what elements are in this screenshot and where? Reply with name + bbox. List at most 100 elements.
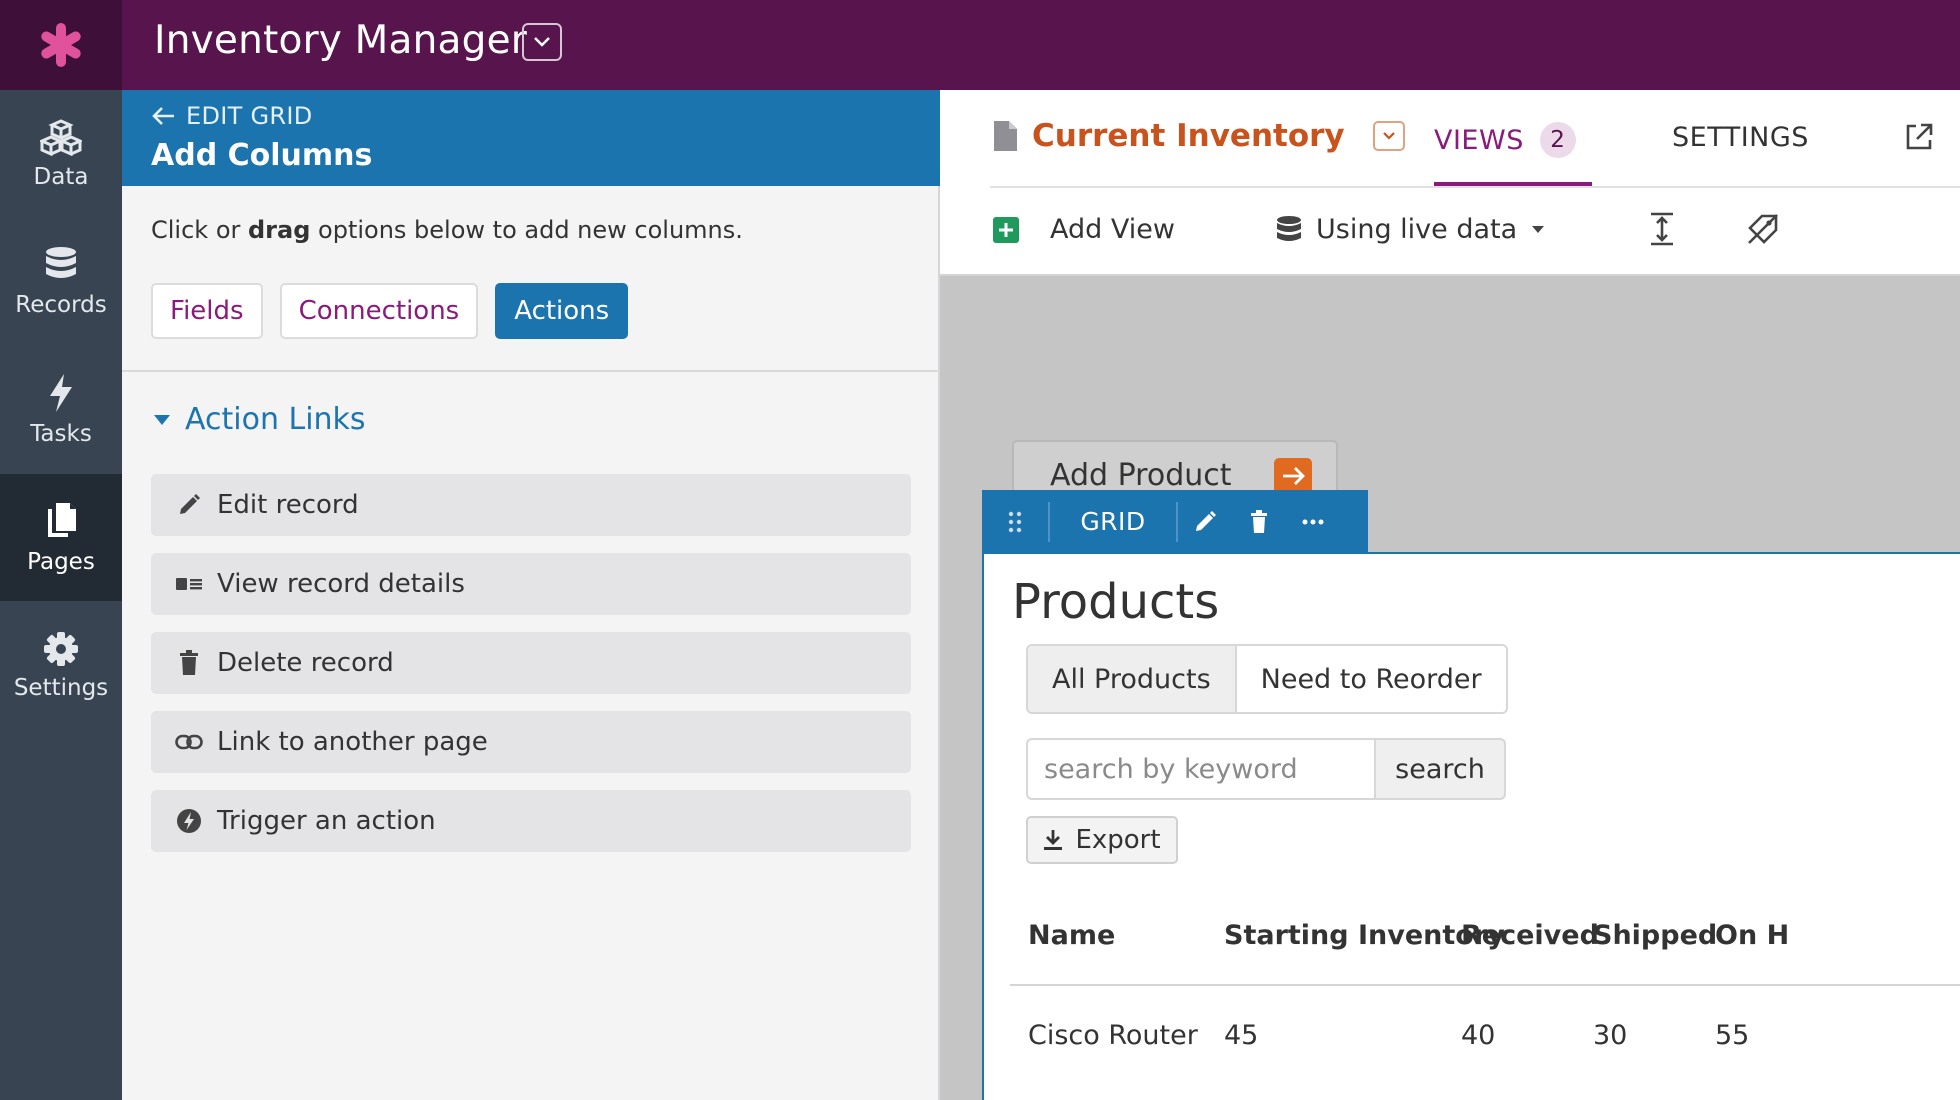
edit-grid-back-link[interactable]: EDIT GRID [152, 102, 313, 130]
export-label: Export [1075, 825, 1161, 855]
column-header-shipped[interactable]: Shipped [1593, 920, 1717, 951]
products-table: Name Starting Inventory Received Shipped… [1010, 890, 1960, 1086]
arrow-left-icon [152, 107, 174, 125]
pages-icon [48, 502, 76, 537]
table-row: Cisco Router 45 40 30 55 [1010, 986, 1960, 1086]
nav-item-settings[interactable]: Settings [0, 602, 122, 729]
page-selector[interactable]: Current Inventory [992, 118, 1405, 154]
link-icon [175, 734, 203, 750]
nav-label-records: Records [15, 291, 107, 318]
cell-received: 40 [1461, 1020, 1496, 1051]
page-header: Current Inventory VIEWS 2 SETTINGS Add V… [940, 90, 1960, 276]
grid-view-toolbar: GRID [982, 490, 1368, 553]
nav-item-pages[interactable]: Pages [0, 474, 122, 601]
instructions-text-bold: drag [248, 216, 311, 244]
grid-title: Products [1012, 574, 1220, 630]
cell-shipped: 30 [1593, 1020, 1628, 1051]
left-navigation: Data Records Tasks Pages Settings [0, 90, 122, 1100]
nav-item-data[interactable]: Data [0, 90, 122, 217]
chevron-down-icon [534, 37, 550, 47]
page-icon [994, 121, 1017, 151]
bolt-circle-icon [175, 808, 203, 834]
details-icon [175, 575, 203, 593]
tab-views[interactable]: VIEWS 2 [1434, 122, 1576, 158]
drag-handle-icon[interactable] [982, 511, 1048, 533]
nav-item-records[interactable]: Records [0, 218, 122, 345]
column-header-received[interactable]: Received [1461, 920, 1599, 951]
page-dropdown[interactable] [1372, 121, 1405, 151]
action-label: Link to another page [217, 727, 488, 757]
live-data-label: Using live data [1316, 214, 1518, 245]
expand-vertical-icon[interactable] [1648, 212, 1676, 250]
filter-need-to-reorder[interactable]: Need to Reorder [1236, 646, 1506, 712]
products-grid-view[interactable]: Products All Products Need to Reorder se… [982, 552, 1960, 1100]
action-links-list: Edit record View record details Delete r… [151, 474, 911, 869]
more-options-icon[interactable] [1286, 519, 1340, 525]
app-logo[interactable] [0, 0, 122, 90]
database-icon [46, 246, 76, 278]
column-header-on-hand[interactable]: On H [1715, 920, 1789, 951]
column-header-name[interactable]: Name [1028, 920, 1115, 951]
nav-label-settings: Settings [13, 674, 109, 701]
trash-icon [175, 650, 203, 676]
action-delete-record[interactable]: Delete record [151, 632, 911, 694]
cell-name: Cisco Router [1028, 1020, 1198, 1051]
action-view-record-details[interactable]: View record details [151, 553, 911, 615]
filter-all-products[interactable]: All Products [1028, 646, 1237, 712]
caret-down-icon [154, 414, 170, 425]
app-title[interactable]: Inventory Manager [154, 18, 527, 63]
tab-connections[interactable]: Connections [279, 283, 479, 339]
toolbar-divider [940, 274, 1960, 276]
pencil-icon [175, 493, 203, 517]
chevron-down-icon [1382, 132, 1395, 140]
section-title: Action Links [185, 402, 366, 437]
database-icon [1277, 215, 1301, 241]
action-label: Trigger an action [217, 806, 436, 836]
page-name-label: Current Inventory [1032, 118, 1345, 154]
cubes-icon [40, 118, 82, 156]
instructions-text-start: Click or [151, 216, 248, 244]
open-external-icon[interactable] [1904, 122, 1934, 156]
app-menu-dropdown[interactable] [522, 23, 562, 61]
instructions-text-end: options below to add new columns. [310, 216, 743, 244]
grid-search: search [1026, 738, 1506, 800]
nav-label-tasks: Tasks [30, 420, 92, 447]
action-edit-record[interactable]: Edit record [151, 474, 911, 536]
search-input[interactable] [1026, 738, 1376, 800]
grid-filter-menu: All Products Need to Reorder [1026, 644, 1508, 714]
panel-divider [122, 370, 940, 372]
search-button[interactable]: search [1376, 738, 1506, 800]
views-count-badge: 2 [1539, 122, 1576, 158]
view-type-label: GRID [1080, 507, 1146, 536]
action-label: Edit record [217, 490, 359, 520]
cell-starting-inventory: 45 [1224, 1020, 1259, 1051]
design-brush-icon[interactable] [1746, 212, 1780, 250]
cell-on-hand: 55 [1715, 1020, 1750, 1051]
page-canvas-area: Current Inventory VIEWS 2 SETTINGS Add V… [940, 90, 1960, 1100]
action-link-to-page[interactable]: Link to another page [151, 711, 911, 773]
tab-fields[interactable]: Fields [151, 283, 263, 339]
views-tab-label: VIEWS [1434, 124, 1524, 156]
back-link-label: EDIT GRID [186, 102, 313, 130]
column-type-tabs: Fields Connections Actions [151, 283, 629, 339]
caret-down-icon [1532, 226, 1545, 233]
table-header-row: Name Starting Inventory Received Shipped… [1010, 890, 1960, 986]
header-divider [990, 186, 1960, 188]
action-label: View record details [217, 569, 465, 599]
nav-label-data: Data [33, 163, 89, 190]
bolt-icon [50, 373, 72, 412]
action-trigger-action[interactable]: Trigger an action [151, 790, 911, 852]
live-data-dropdown[interactable]: Using live data [1276, 214, 1545, 245]
tab-settings[interactable]: SETTINGS [1672, 122, 1809, 153]
gear-icon [44, 631, 78, 666]
action-links-section-toggle[interactable]: Action Links [153, 402, 366, 437]
edit-view-icon[interactable] [1178, 510, 1232, 534]
panel-title: Add Columns [151, 138, 373, 173]
export-button[interactable]: Export [1026, 816, 1178, 864]
tab-actions[interactable]: Actions [495, 283, 629, 339]
delete-view-icon[interactable] [1232, 509, 1286, 534]
add-view-button[interactable]: Add View [992, 214, 1175, 245]
nav-item-tasks[interactable]: Tasks [0, 346, 122, 473]
plus-square-icon [993, 216, 1019, 243]
arrow-right-icon [1274, 458, 1312, 494]
